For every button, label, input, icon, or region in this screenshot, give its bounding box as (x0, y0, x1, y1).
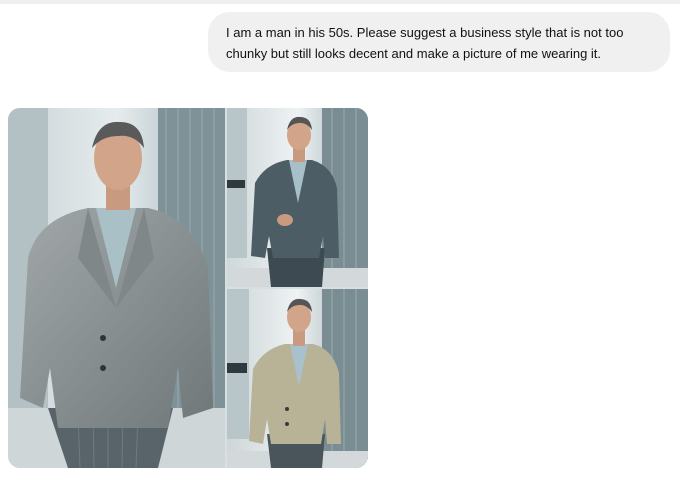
generated-image-1[interactable] (8, 108, 225, 468)
user-message-bubble: I am a man in his 50s. Please suggest a … (208, 12, 670, 72)
generated-image-2[interactable] (227, 108, 368, 287)
user-message-text: I am a man in his 50s. Please suggest a … (226, 25, 624, 61)
chat-thread: I am a man in his 50s. Please suggest a … (0, 0, 680, 480)
generated-image-grid (8, 108, 368, 468)
generated-image-3[interactable] (227, 289, 368, 468)
